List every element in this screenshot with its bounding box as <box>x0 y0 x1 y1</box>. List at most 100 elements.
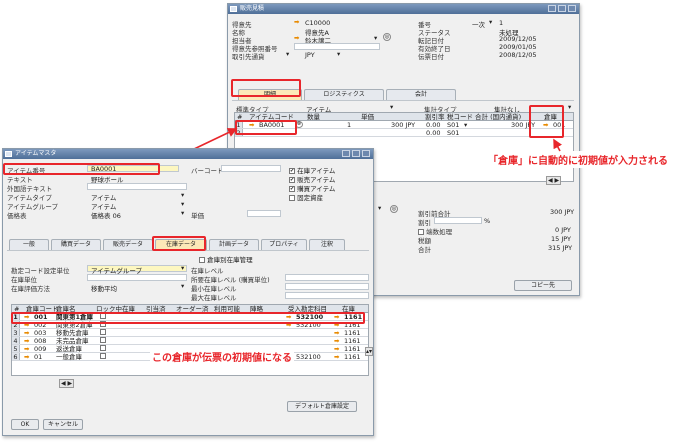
barcode-field[interactable] <box>221 165 281 172</box>
discount-cell[interactable]: 0.00 <box>426 129 440 137</box>
col-total[interactable]: 合計 (国内通貨) <box>475 113 521 121</box>
receipt-acct-cell[interactable]: 532100 <box>296 353 321 361</box>
inventory-acct-cell[interactable]: 1161 <box>344 353 361 361</box>
series-value[interactable]: 一次 <box>472 19 485 29</box>
item-master-titlebar[interactable]: アイテムマスタ <box>3 149 373 159</box>
wh-code-cell[interactable]: 003 <box>34 329 46 337</box>
chevron-down-icon[interactable]: ▾ <box>181 191 184 199</box>
remarks-icon[interactable]: ◎ <box>390 205 398 213</box>
min-level-field[interactable] <box>285 283 369 290</box>
table-row[interactable]: 3 ➡ 003 移動先倉庫 ➡ 1161 <box>12 329 368 337</box>
discount-cell[interactable]: 0.00 <box>426 121 440 129</box>
col-qty[interactable]: 数量 <box>307 113 320 121</box>
valid-until-value[interactable]: 2009/01/05 <box>499 43 536 51</box>
col-price[interactable]: 単価 <box>361 113 374 121</box>
chevron-down-icon[interactable]: ▾ <box>181 264 184 272</box>
link-arrow-icon[interactable]: ➡ <box>334 345 339 353</box>
chevron-down-icon[interactable]: ▾ <box>464 121 467 129</box>
max-level-field[interactable] <box>285 292 369 299</box>
number-value[interactable]: 1 <box>499 19 503 27</box>
link-arrow-icon[interactable]: ➡ <box>24 353 29 361</box>
chevron-down-icon[interactable]: ▾ <box>374 34 377 42</box>
tab-accounting[interactable]: 会計 <box>386 89 456 100</box>
warehouse-mgmt-checkbox-row[interactable]: 倉庫別在庫管理 <box>199 254 253 264</box>
col-discount[interactable]: 割引率 <box>425 113 445 121</box>
chevron-down-icon[interactable]: ▾ <box>489 18 492 26</box>
tab-purchasing[interactable]: 購買データ <box>51 239 101 250</box>
tab-logistics[interactable]: ロジスティクス <box>304 89 384 100</box>
tab-remarks[interactable]: 注釈 <box>309 239 345 250</box>
chevron-down-icon[interactable]: ▾ <box>181 209 184 217</box>
window-title: 販売見積 <box>240 5 265 12</box>
fixed-asset-checkbox-row[interactable]: 固定資産 <box>289 192 323 202</box>
tax-cell[interactable]: S01 <box>447 129 459 137</box>
chevron-down-icon[interactable]: ▾ <box>568 103 571 111</box>
inventory-acct-cell[interactable]: 1161 <box>344 337 361 345</box>
cancel-button[interactable]: キャンセル <box>43 419 83 430</box>
qty-cell[interactable]: 1 <box>347 121 351 129</box>
minimize-icon[interactable] <box>548 5 556 12</box>
table-row[interactable]: 4 ➡ 008 未完品倉庫 ➡ 1161 <box>12 337 368 345</box>
inventory-acct-cell[interactable]: 1161 <box>344 329 361 337</box>
wh-code-cell[interactable]: 008 <box>34 337 46 345</box>
close-icon[interactable] <box>568 5 576 12</box>
currency-value[interactable]: JPY <box>305 51 315 59</box>
ok-button[interactable]: OK <box>11 419 39 430</box>
maximize-icon[interactable] <box>558 5 566 12</box>
price-list-value[interactable]: 価格表 06 <box>91 210 121 220</box>
wh-name-cell[interactable]: 移動先倉庫 <box>56 329 89 337</box>
maximize-icon[interactable] <box>352 150 360 157</box>
valuation-method-value[interactable]: 移動平均 <box>91 283 117 293</box>
close-icon[interactable] <box>362 150 370 157</box>
contact-detail-icon[interactable]: ◎ <box>383 33 391 41</box>
tax-cell[interactable]: S01 <box>447 121 459 129</box>
link-arrow-icon[interactable]: ➡ <box>24 337 29 345</box>
chevron-down-icon[interactable]: ▾ <box>181 282 184 290</box>
fixed-asset-checkbox[interactable] <box>289 195 295 201</box>
link-arrow-icon[interactable]: ➡ <box>24 329 29 337</box>
foreign-name-field[interactable] <box>87 183 187 190</box>
link-arrow-icon[interactable]: ➡ <box>294 18 299 26</box>
chevron-down-icon[interactable]: ▾ <box>286 50 289 58</box>
posting-date-value[interactable]: 2009/12/05 <box>499 35 536 43</box>
unit-price-field[interactable] <box>247 210 281 217</box>
tab-planning[interactable]: 計画データ <box>209 239 259 250</box>
customer-value[interactable]: C10000 <box>305 19 330 27</box>
price-cell[interactable]: 300 JPY <box>391 121 415 129</box>
wh-name-cell[interactable]: 未完品倉庫 <box>56 337 89 345</box>
tab-general[interactable]: 一般 <box>9 239 49 250</box>
required-level-field[interactable] <box>285 274 369 281</box>
document-date-value[interactable]: 2008/12/05 <box>499 51 536 59</box>
col-tax-code[interactable]: 税コード <box>447 113 473 121</box>
wh-name-cell[interactable]: 一般倉庫 <box>56 353 82 361</box>
inventory-acct-cell[interactable]: 1161 <box>344 345 361 353</box>
sales-quotation-titlebar[interactable]: 販売見積 <box>228 4 579 14</box>
chevron-down-icon[interactable]: ▾ <box>378 204 381 212</box>
chevron-down-icon[interactable]: ▾ <box>390 103 393 111</box>
item-code-highlight <box>235 120 297 135</box>
scroll-up-down-icon[interactable]: ▴▾ <box>365 347 373 356</box>
default-warehouse-button[interactable]: デフォルト倉庫設定 <box>287 401 357 412</box>
inventory-uom-field[interactable] <box>87 274 187 281</box>
scroll-arrows-icon[interactable]: ◀ ▶ <box>59 379 75 388</box>
wh-code-cell[interactable]: 01 <box>34 353 42 361</box>
chevron-down-icon[interactable]: ▾ <box>337 50 340 58</box>
scroll-arrows-icon[interactable]: ◀ ▶ <box>546 176 562 185</box>
customer-ref-field[interactable] <box>294 43 380 50</box>
wh-code-cell[interactable]: 009 <box>34 345 46 353</box>
copy-to-button[interactable]: コピー先 <box>514 280 572 291</box>
link-arrow-icon[interactable]: ➡ <box>294 34 299 42</box>
chevron-down-icon[interactable]: ▾ <box>181 200 184 208</box>
tab-properties[interactable]: プロパティ <box>261 239 307 250</box>
link-arrow-icon[interactable]: ➡ <box>24 345 29 353</box>
wh-name-cell[interactable]: 返送倉庫 <box>56 345 82 353</box>
warehouse-mgmt-checkbox[interactable] <box>199 257 205 263</box>
link-arrow-icon[interactable]: ➡ <box>334 353 339 361</box>
discount-field[interactable] <box>434 217 482 224</box>
tab-sales[interactable]: 販売データ <box>103 239 153 250</box>
link-arrow-icon[interactable]: ➡ <box>334 337 339 345</box>
row-number: 3 <box>12 329 20 337</box>
minimize-icon[interactable] <box>342 150 350 157</box>
max-level-label: 最大在庫レベル <box>191 294 237 302</box>
link-arrow-icon[interactable]: ➡ <box>334 329 339 337</box>
